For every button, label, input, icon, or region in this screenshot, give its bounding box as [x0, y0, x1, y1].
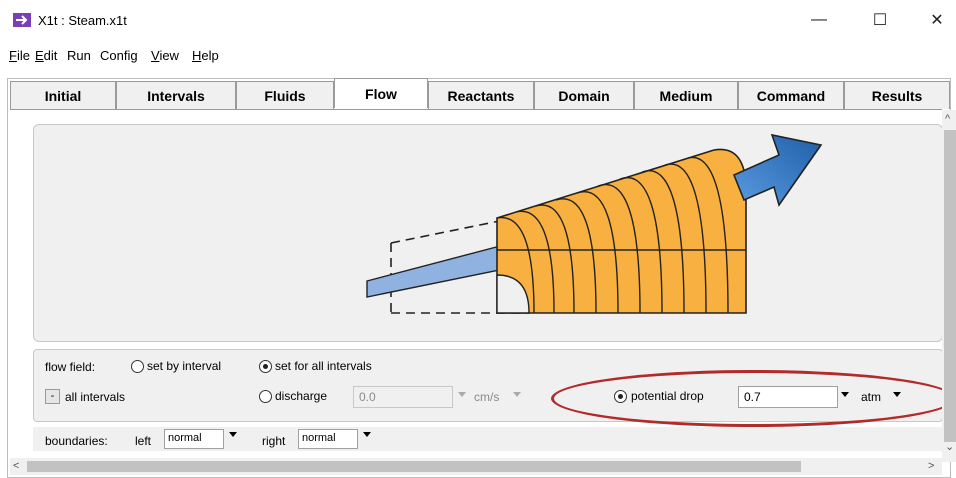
flow-diagram	[366, 133, 823, 314]
inlet-arrow	[366, 244, 505, 298]
potential-drop-dropdown-icon[interactable]	[841, 392, 849, 397]
collapse-button[interactable]: -	[45, 389, 60, 404]
right-boundary-select[interactable]: normal	[298, 429, 358, 449]
discharge-unit: cm/s	[474, 390, 500, 404]
tab-flow[interactable]: Flow	[334, 78, 428, 108]
menu-run-rest: un	[76, 48, 91, 63]
menu-help-rest: elp	[201, 48, 219, 63]
title-bar: X1t : Steam.x1t — ☐ ✕	[0, 0, 956, 44]
menu-file-rest: ile	[16, 48, 30, 63]
discharge-input: 0.0	[353, 386, 453, 408]
menu-edit-key: E	[35, 48, 44, 63]
scroll-left-icon[interactable]: <	[13, 460, 19, 472]
potential-drop-unit[interactable]: atm	[861, 390, 881, 404]
scroll-right-icon[interactable]: >	[928, 460, 934, 472]
menu-view[interactable]: View	[151, 48, 179, 63]
flow-field-label: flow field:	[45, 360, 96, 374]
menu-help[interactable]: Help	[192, 48, 219, 63]
maximize-button[interactable]: ☐	[865, 8, 895, 32]
potential-drop-input[interactable]: 0.7	[738, 386, 838, 408]
right-boundary-chevron-icon[interactable]	[363, 432, 371, 437]
potential-drop-label[interactable]: potential drop	[631, 389, 704, 403]
outlet-arrow	[732, 133, 823, 207]
left-boundary-label: left	[135, 434, 152, 448]
tab-results[interactable]: Results	[844, 81, 950, 109]
tab-medium[interactable]: Medium	[634, 81, 738, 109]
horizontal-scroll-thumb[interactable]	[27, 461, 801, 472]
menu-run-key: R	[67, 48, 77, 63]
close-button[interactable]: ✕	[922, 8, 952, 32]
tab-fluids[interactable]: Fluids	[236, 81, 334, 109]
potential-drop-radio[interactable]	[614, 390, 627, 403]
tab-domain[interactable]: Domain	[534, 81, 634, 109]
boundaries-label: boundaries:	[45, 434, 108, 448]
menu-config[interactable]: Config	[100, 48, 138, 63]
vertical-scroll-thumb[interactable]	[944, 130, 956, 442]
tab-initial[interactable]: Initial	[10, 81, 116, 109]
flow-body	[496, 148, 747, 314]
window-title: X1t : Steam.x1t	[38, 13, 127, 28]
menu-help-key: H	[192, 48, 202, 63]
tab-command[interactable]: Command	[738, 81, 844, 109]
minimize-button[interactable]: —	[804, 8, 834, 32]
discharge-dropdown-icon	[458, 392, 466, 397]
menu-view-rest: iew	[159, 48, 179, 63]
left-boundary-select[interactable]: normal	[164, 429, 224, 449]
set-for-all-label[interactable]: set for all intervals	[275, 359, 372, 373]
menu-config-key: C	[100, 48, 110, 63]
tab-reactants[interactable]: Reactants	[428, 81, 534, 109]
left-boundary-chevron-icon[interactable]	[229, 432, 237, 437]
app-icon	[13, 13, 31, 27]
menu-edit-rest: dit	[43, 48, 58, 63]
all-intervals-label: all intervals	[65, 390, 126, 404]
menu-edit[interactable]: Edit	[35, 48, 57, 63]
flow-diagram-area	[33, 124, 943, 342]
menu-bar: File Edit Run Config View Help	[0, 44, 956, 68]
menu-file[interactable]: File	[9, 48, 30, 63]
menu-file-key: F	[9, 48, 17, 63]
discharge-label[interactable]: discharge	[275, 389, 327, 403]
menu-config-rest: onfig	[109, 48, 138, 63]
menu-run[interactable]: Run	[67, 48, 91, 63]
right-boundary-label: right	[262, 434, 286, 448]
set-by-interval-label[interactable]: set by interval	[147, 359, 221, 373]
set-for-all-radio[interactable]	[259, 360, 272, 373]
set-by-interval-radio[interactable]	[131, 360, 144, 373]
tab-intervals[interactable]: Intervals	[116, 81, 236, 109]
discharge-radio[interactable]	[259, 390, 272, 403]
potential-drop-unit-chevron-icon[interactable]	[893, 392, 901, 397]
scroll-up-icon[interactable]: ^	[945, 113, 950, 125]
discharge-unit-chevron-icon	[513, 392, 521, 397]
scroll-down-icon[interactable]: ⌄	[945, 440, 954, 453]
